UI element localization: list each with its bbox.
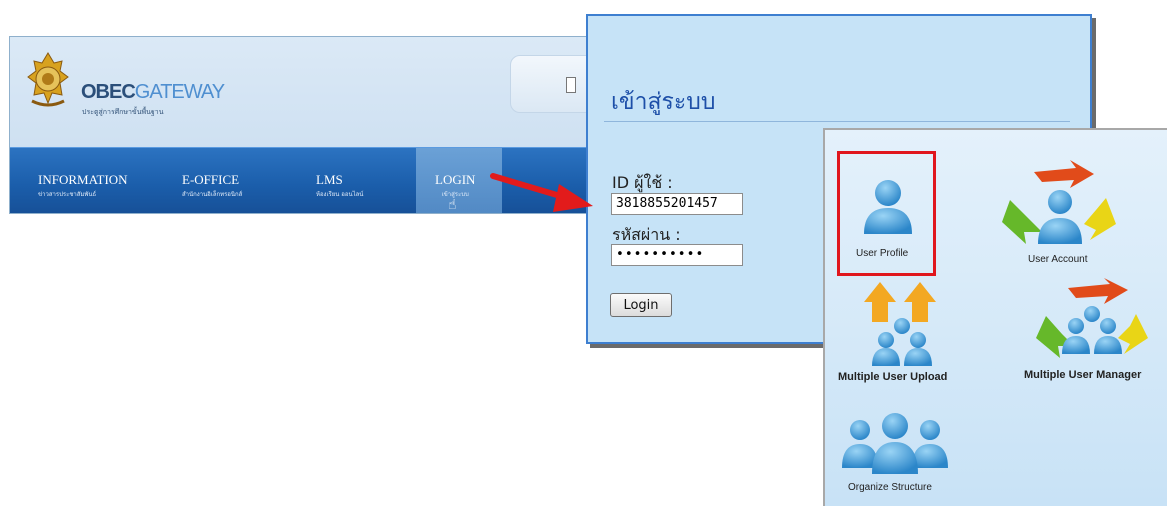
organize-structure-tool[interactable]: Organize Structure (838, 412, 958, 502)
user-account-tool[interactable]: User Account (998, 160, 1123, 270)
id-field[interactable]: 3818855201457 (611, 193, 743, 215)
portal-header-area: OBECGATEWAY ประตูสู่การศึกษาขั้นพื้นฐาน (10, 37, 591, 147)
upload-arrows-icon (864, 282, 936, 366)
nav-item-label: LMS (316, 172, 343, 187)
nav-item-label: INFORMATION (38, 172, 128, 187)
recycle-arrows-icon (1002, 160, 1116, 244)
search-area (510, 55, 591, 113)
password-field[interactable]: •••••••••• (611, 244, 743, 266)
tool-label: Multiple User Manager (1024, 369, 1142, 381)
people-group-icon (842, 413, 948, 474)
tool-label: User Account (1028, 254, 1088, 265)
nav-item-sublabel: ห้องเรียน ออนไลน์ (316, 191, 364, 198)
red-arrow-icon (490, 173, 593, 212)
brand-title: OBECGATEWAY (81, 81, 225, 103)
hand-cursor-icon: ☝ (448, 197, 457, 213)
nav-item-label: E-OFFICE (182, 172, 240, 187)
user-profile-highlight (837, 151, 936, 276)
nav-item-label: LOGIN (435, 172, 476, 187)
tool-label: Multiple User Upload (838, 371, 948, 383)
divider (604, 121, 1070, 122)
nav-item-sublabel: สำนักงานอิเล็กทรอนิกส์ (182, 191, 243, 198)
login-button[interactable]: Login (610, 293, 672, 317)
multiple-user-upload-tool[interactable]: Multiple User Upload (834, 282, 974, 387)
obec-seal-icon (27, 52, 69, 107)
search-input[interactable] (566, 77, 576, 93)
nav-item-lms[interactable]: LMS ห้องเรียน ออนไลน์ (316, 172, 363, 199)
multiple-user-manager-tool[interactable]: Multiple User Manager (1024, 278, 1167, 388)
nav-item-sublabel: ข่าวสารประชาสัมพันธ์ (38, 191, 97, 198)
people-group-recycle-icon (1036, 278, 1148, 358)
nav-item-information[interactable]: INFORMATION ข่าวสารประชาสัมพันธ์ (38, 172, 128, 199)
tool-label: Organize Structure (848, 482, 932, 493)
nav-item-e-office[interactable]: E-OFFICE สำนักงานอิเล็กทรอนิกส์ (182, 172, 242, 199)
login-title: เข้าสู่ระบบ (611, 89, 716, 115)
brand-subtitle: ประตูสู่การศึกษาขั้นพื้นฐาน (82, 108, 164, 116)
nav-item-login[interactable]: LOGIN เข้าสู่ระบบ (435, 172, 475, 199)
